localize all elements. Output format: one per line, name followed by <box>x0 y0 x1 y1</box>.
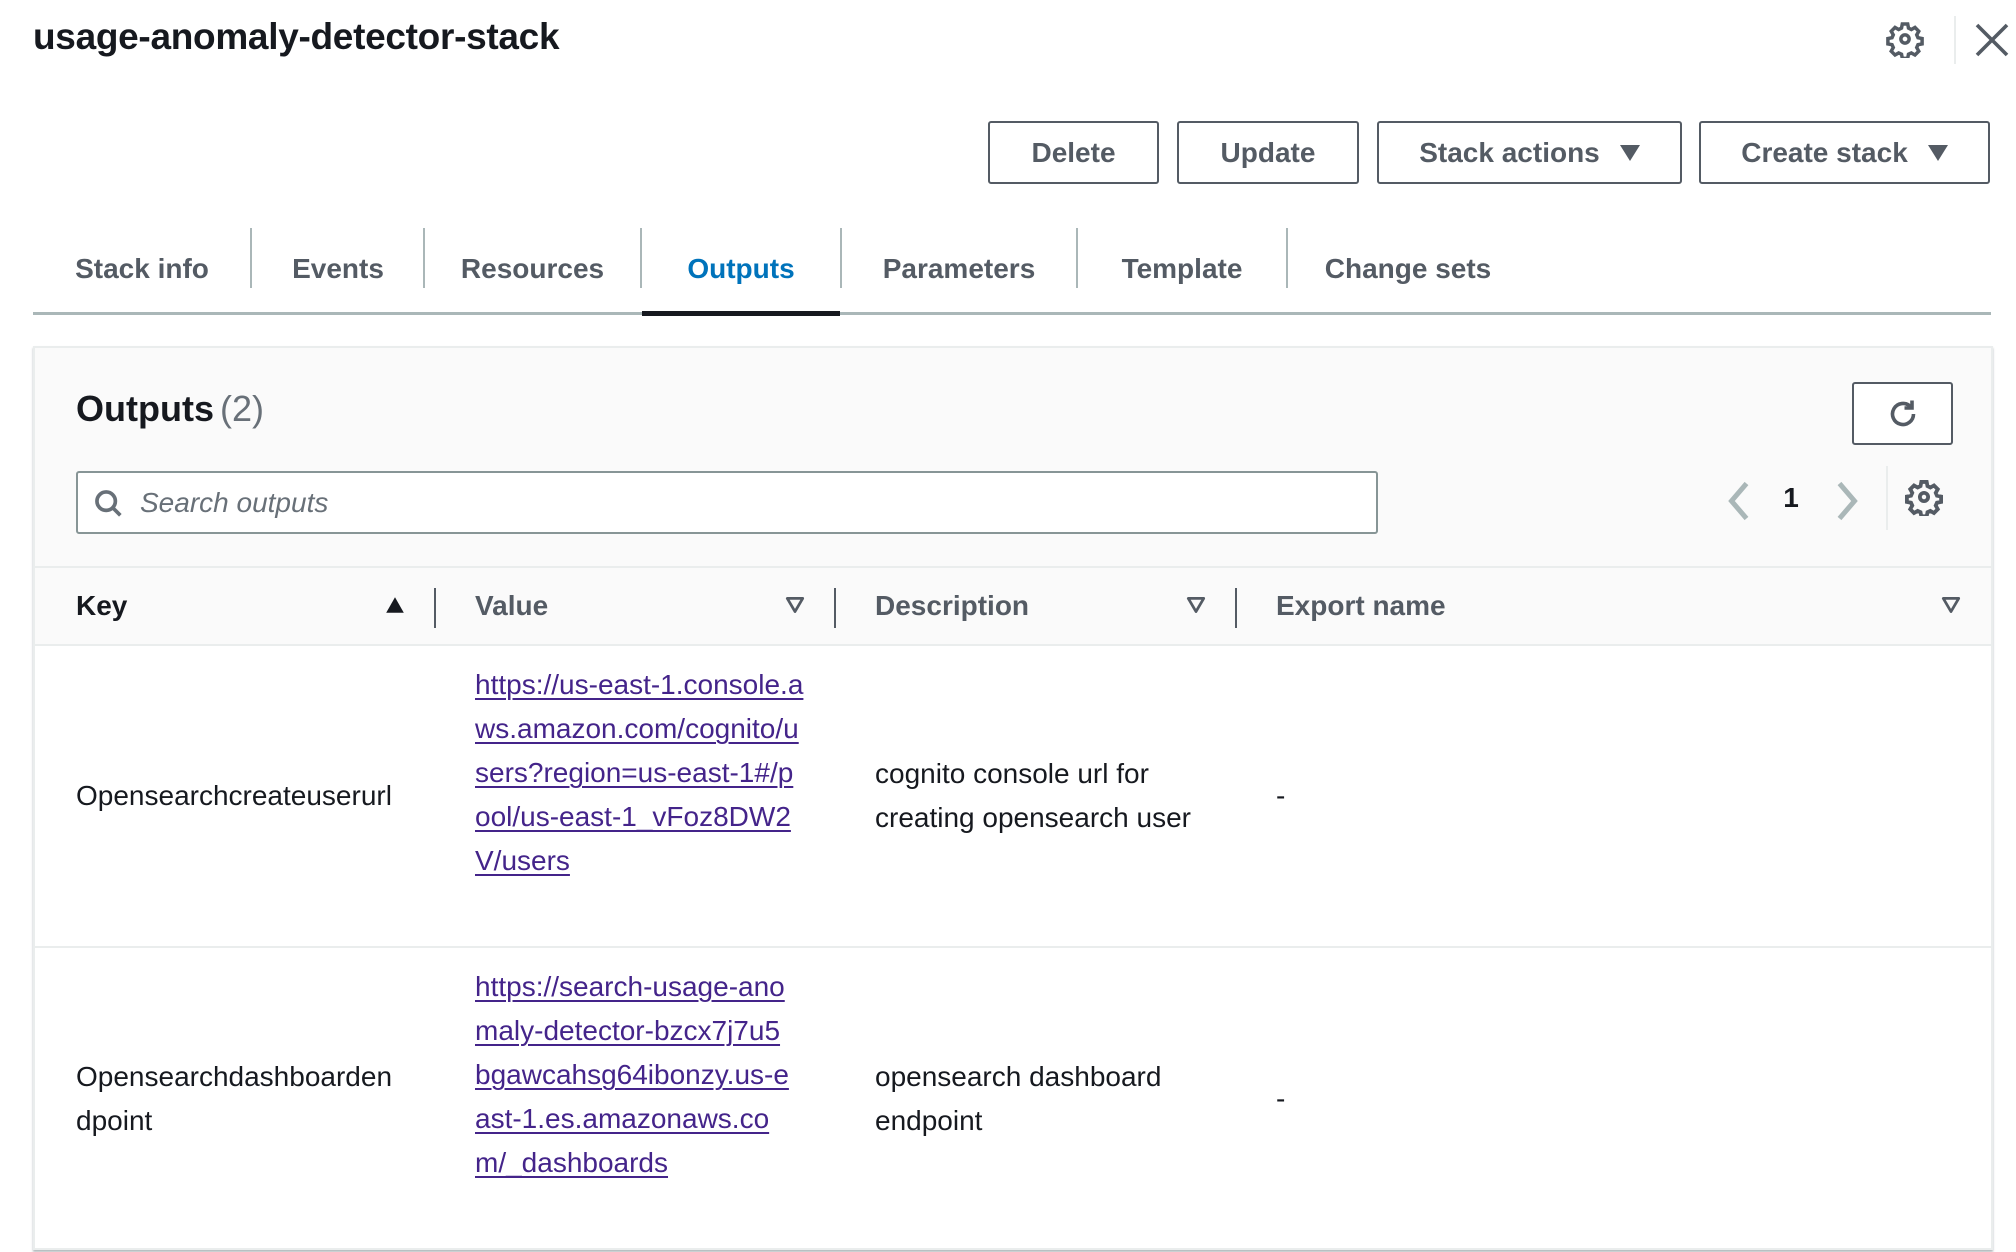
tab-label: Resources <box>460 253 605 284</box>
outputs-panel-header: Outputs(2) 1 <box>35 348 1991 566</box>
sort-icon[interactable] <box>1185 594 1207 616</box>
outputs-panel: Outputs(2) 1 <box>33 346 1993 1250</box>
column-label: Key <box>76 590 128 621</box>
search-outputs-field[interactable] <box>76 471 1378 534</box>
output-value-link[interactable]: https://us-east-1.console.aws.amazon.com… <box>475 663 805 883</box>
previous-page-button[interactable] <box>1721 476 1757 526</box>
preferences-gear-icon[interactable] <box>1905 478 1943 519</box>
column-header-export-name[interactable]: Export name <box>1276 568 1446 644</box>
tab-parameters[interactable]: Parameters <box>842 225 1076 313</box>
tab-label: Template <box>1121 253 1243 284</box>
pager-divider <box>1886 466 1888 530</box>
sort-ascending-icon[interactable] <box>384 594 406 616</box>
header-divider <box>1954 16 1956 64</box>
column-resizer[interactable] <box>834 588 836 628</box>
output-key: Opensearchdashboardendpoint <box>76 1061 393 1136</box>
output-export-name: - <box>1276 780 1286 811</box>
tab-label: Events <box>292 253 384 284</box>
output-description: opensearch dashboard endpoint <box>875 1061 1162 1136</box>
tab-stack-info[interactable]: Stack info <box>33 225 251 313</box>
table-row: Opensearchdashboardendpoint https://sear… <box>35 948 1991 1252</box>
tab-label: Stack info <box>75 253 209 284</box>
next-page-button[interactable] <box>1829 476 1865 526</box>
column-label: Export name <box>1276 590 1446 621</box>
outputs-heading: Outputs (2) <box>76 388 264 430</box>
search-icon <box>95 490 122 517</box>
caret-down-icon <box>1619 144 1640 161</box>
output-export-name: - <box>1276 1083 1286 1114</box>
tab-label: Outputs <box>687 253 795 284</box>
column-resizer[interactable] <box>1235 588 1237 628</box>
column-resizer[interactable] <box>434 588 436 628</box>
column-header-key[interactable]: Key <box>76 568 127 644</box>
caret-down-icon <box>1927 144 1948 161</box>
chevron-left-icon <box>1728 481 1749 521</box>
settings-gear-icon[interactable] <box>1886 20 1924 61</box>
output-description: cognito console url for creating opensea… <box>875 758 1191 833</box>
output-value-link[interactable]: https://search-usage-anomaly-detector-bz… <box>475 965 795 1185</box>
close-icon[interactable] <box>1972 20 2012 60</box>
delete-button-label: Delete <box>1031 136 1116 168</box>
refresh-button[interactable] <box>1852 382 1953 445</box>
update-button-label: Update <box>1220 136 1316 168</box>
table-row: Opensearchcreateuserurl https://us-east-… <box>35 646 1991 948</box>
delete-button[interactable]: Delete <box>988 121 1159 184</box>
table-header: Key Value Description Export name <box>35 566 1991 646</box>
tab-label: Parameters <box>882 253 1036 284</box>
tab-outputs[interactable]: Outputs <box>642 225 840 316</box>
tab-template[interactable]: Template <box>1078 225 1286 313</box>
column-header-value[interactable]: Value <box>475 568 548 644</box>
page-title: usage-anomaly-detector-stack <box>33 16 560 57</box>
search-input[interactable] <box>140 481 1360 525</box>
create-stack-dropdown[interactable]: Create stack <box>1699 121 1990 184</box>
chevron-right-icon <box>1837 481 1858 521</box>
stack-actions-dropdown[interactable]: Stack actions <box>1377 121 1682 184</box>
tab-label: Change sets <box>1324 253 1492 284</box>
update-button[interactable]: Update <box>1177 121 1359 184</box>
column-label: Value <box>475 590 549 621</box>
tab-bar: Stack info Events Resources Outputs Para… <box>33 225 1991 316</box>
sort-icon[interactable] <box>784 594 806 616</box>
tab-change-sets[interactable]: Change sets <box>1288 225 1528 313</box>
column-label: Description <box>875 590 1030 621</box>
sort-icon[interactable] <box>1940 594 1962 616</box>
refresh-icon <box>1890 400 1915 426</box>
column-header-description[interactable]: Description <box>875 568 1029 644</box>
current-page-number[interactable]: 1 <box>1775 482 1807 514</box>
create-stack-label: Create stack <box>1741 136 1908 168</box>
output-key: Opensearchcreateuserurl <box>76 780 392 811</box>
stack-actions-label: Stack actions <box>1419 136 1600 168</box>
tab-events[interactable]: Events <box>252 225 424 313</box>
outputs-count: (2) <box>219 388 264 429</box>
tab-resources[interactable]: Resources <box>425 225 640 313</box>
outputs-title: Outputs <box>76 388 214 429</box>
